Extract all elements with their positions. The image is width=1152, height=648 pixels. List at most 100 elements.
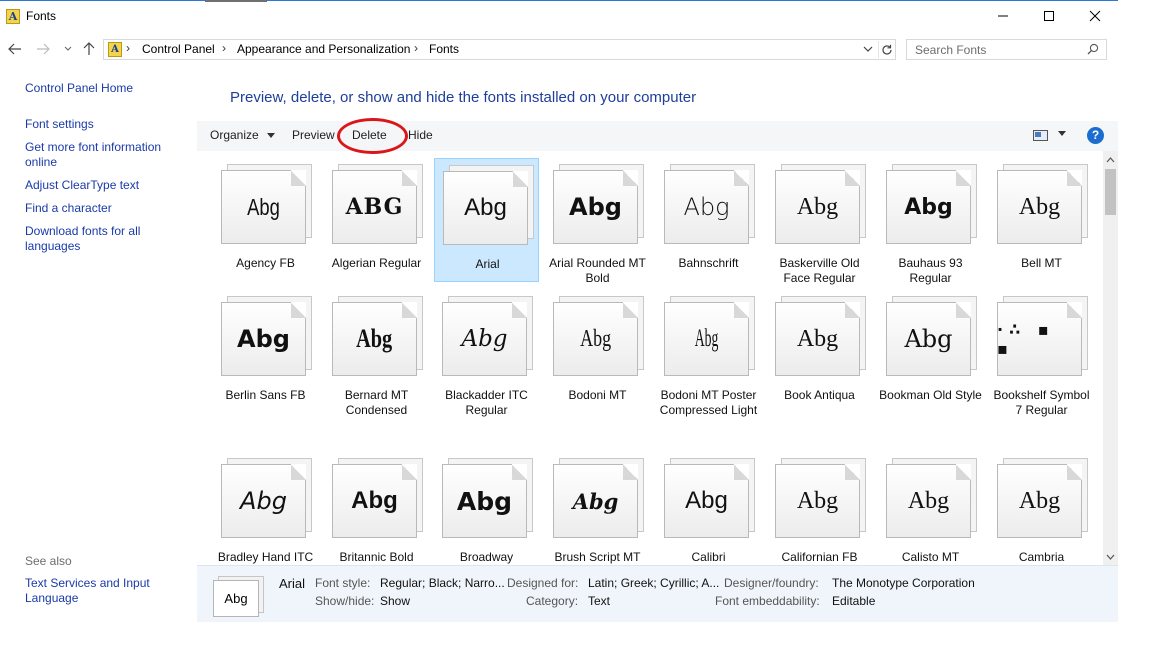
font-item[interactable]: Abg Agency FB bbox=[213, 158, 318, 282]
font-name: Arial bbox=[475, 257, 500, 271]
font-name: Calibri bbox=[691, 550, 726, 564]
font-preview-icon: Abg bbox=[775, 296, 870, 376]
maximize-icon bbox=[1044, 11, 1054, 21]
font-item[interactable]: Abg Broadway bbox=[434, 452, 539, 565]
back-button[interactable] bbox=[6, 40, 24, 58]
font-sample-text: Abg bbox=[247, 193, 280, 220]
up-button[interactable] bbox=[80, 40, 98, 58]
control-panel-home-link[interactable]: Control Panel Home bbox=[25, 81, 175, 96]
see-also-heading: See also bbox=[25, 554, 72, 568]
font-preview-icon: Abg bbox=[553, 164, 648, 244]
refresh-button[interactable] bbox=[878, 41, 894, 58]
font-sample-text: Abg bbox=[464, 194, 507, 221]
font-item[interactable]: Abg Arial bbox=[434, 158, 539, 282]
title-accent bbox=[205, 0, 267, 2]
font-preview-icon: Abg bbox=[775, 458, 870, 538]
font-sample-text: Abg bbox=[796, 193, 839, 220]
font-item[interactable]: Abg Cambria bbox=[989, 452, 1094, 565]
maximize-button[interactable] bbox=[1026, 0, 1072, 32]
font-item[interactable]: Abg Brush Script MT bbox=[545, 452, 650, 565]
font-name: Calisto MT bbox=[901, 550, 960, 564]
font-item[interactable]: Abg Bell MT bbox=[989, 158, 1094, 282]
font-item[interactable]: Abg Bahnschrift bbox=[656, 158, 761, 282]
font-name: Berlin Sans FB bbox=[225, 388, 306, 402]
help-icon[interactable]: ? bbox=[1087, 127, 1104, 144]
window-title: Fonts bbox=[26, 9, 57, 23]
font-item[interactable]: ·∴ ▪ ▪ Bookshelf Symbol 7 Regular bbox=[989, 290, 1094, 445]
breadcrumb-appearance[interactable]: Appearance and Personalization bbox=[237, 42, 410, 56]
minimize-button[interactable] bbox=[980, 0, 1026, 32]
font-sample-text: Abg bbox=[796, 487, 839, 514]
font-item[interactable]: Abg Bernard MT Condensed bbox=[324, 290, 429, 445]
font-preview-icon: Abg bbox=[443, 165, 538, 245]
font-item[interactable]: Abg Calisto MT bbox=[878, 452, 983, 565]
font-sample-text: Abg bbox=[683, 193, 730, 221]
font-item[interactable]: Abg Arial Rounded MT Bold bbox=[545, 158, 650, 285]
font-item[interactable]: Abg Bodoni MT Poster Compressed Light bbox=[656, 290, 761, 445]
font-name: Britannic Bold bbox=[339, 550, 414, 564]
font-item[interactable]: Abg Bookman Old Style bbox=[878, 290, 983, 445]
search-box[interactable]: Search Fonts bbox=[906, 39, 1107, 60]
font-preview-icon: ABG bbox=[332, 164, 427, 244]
font-item[interactable]: Abg Blackadder ITC Regular bbox=[434, 290, 539, 445]
address-dropdown-button[interactable] bbox=[862, 43, 874, 55]
adjust-cleartype-link[interactable]: Adjust ClearType text bbox=[25, 178, 175, 193]
font-preview-icon: Abg bbox=[553, 458, 648, 538]
font-sample-text: Abg bbox=[694, 325, 719, 352]
font-item[interactable]: Abg Britannic Bold bbox=[324, 452, 429, 565]
preview-button[interactable]: Preview bbox=[292, 128, 335, 142]
font-name: Bahnschrift bbox=[678, 256, 739, 270]
font-item[interactable]: Abg Book Antiqua bbox=[767, 290, 872, 445]
scroll-down-icon[interactable] bbox=[1103, 550, 1118, 564]
font-name: Agency FB bbox=[236, 256, 295, 270]
recent-locations-button[interactable] bbox=[59, 40, 77, 58]
font-preview-icon: Abg bbox=[886, 296, 981, 376]
font-item[interactable]: Abg Californian FB bbox=[767, 452, 872, 565]
more-font-info-link[interactable]: Get more font information online bbox=[25, 140, 175, 170]
font-preview-icon: Abg bbox=[997, 164, 1092, 244]
show-hide-label: Show/hide: bbox=[315, 594, 375, 608]
download-fonts-link[interactable]: Download fonts for all languages bbox=[25, 224, 175, 254]
breadcrumb-fonts[interactable]: Fonts bbox=[429, 42, 459, 56]
font-item[interactable]: ABG Algerian Regular bbox=[324, 158, 429, 282]
font-name: Bodoni MT bbox=[568, 388, 627, 402]
view-options-dropdown-icon[interactable] bbox=[1058, 131, 1067, 137]
embeddability-label: Font embeddability: bbox=[715, 594, 820, 608]
change-view-icon[interactable] bbox=[1033, 130, 1048, 141]
search-placeholder[interactable]: Search Fonts bbox=[915, 43, 986, 57]
scrollbar-thumb[interactable] bbox=[1105, 169, 1116, 215]
hide-button[interactable]: Hide bbox=[408, 128, 433, 142]
search-icon[interactable] bbox=[1087, 43, 1099, 55]
organize-menu[interactable]: Organize bbox=[210, 128, 276, 142]
vertical-scrollbar[interactable] bbox=[1103, 151, 1118, 565]
close-button[interactable] bbox=[1072, 0, 1118, 32]
scroll-up-icon[interactable] bbox=[1103, 153, 1118, 167]
forward-arrow-icon bbox=[37, 43, 50, 55]
annotation-circle bbox=[337, 118, 408, 154]
font-sample-text: ABG bbox=[345, 194, 404, 220]
chevron-down-icon bbox=[863, 46, 873, 52]
font-item[interactable]: Abg Baskerville Old Face Regular bbox=[767, 158, 872, 285]
font-item[interactable]: Abg Calibri bbox=[656, 452, 761, 565]
details-thumb-sample: Abg bbox=[213, 580, 259, 617]
font-settings-link[interactable]: Font settings bbox=[25, 117, 175, 132]
font-preview-icon: Abg bbox=[442, 296, 537, 376]
designed-for-value: Latin; Greek; Cyrillic; A... bbox=[588, 576, 720, 590]
font-item[interactable]: Abg Bradley Hand ITC bbox=[213, 452, 318, 565]
font-name: Baskerville Old Face Regular bbox=[779, 256, 860, 285]
font-preview-icon: Abg bbox=[664, 164, 759, 244]
font-item[interactable]: Abg Bodoni MT bbox=[545, 290, 650, 445]
font-sample-text: ·∴ ▪ ▪ bbox=[997, 320, 1055, 358]
font-item[interactable]: Abg Berlin Sans FB bbox=[213, 290, 318, 445]
breadcrumb-control-panel[interactable]: Control Panel bbox=[142, 42, 215, 56]
find-character-link[interactable]: Find a character bbox=[25, 201, 175, 216]
page-title: Preview, delete, or show and hide the fo… bbox=[230, 89, 697, 106]
address-bar[interactable]: A › Control Panel › Appearance and Perso… bbox=[103, 39, 896, 60]
forward-button[interactable] bbox=[34, 40, 52, 58]
font-name: Book Antiqua bbox=[784, 388, 855, 402]
text-services-link[interactable]: Text Services and Input Language bbox=[25, 576, 175, 606]
font-preview-icon: Abg bbox=[886, 164, 981, 244]
font-item[interactable]: Abg Bauhaus 93 Regular bbox=[878, 158, 983, 285]
font-preview-icon: Abg bbox=[221, 296, 316, 376]
back-arrow-icon bbox=[8, 43, 21, 55]
